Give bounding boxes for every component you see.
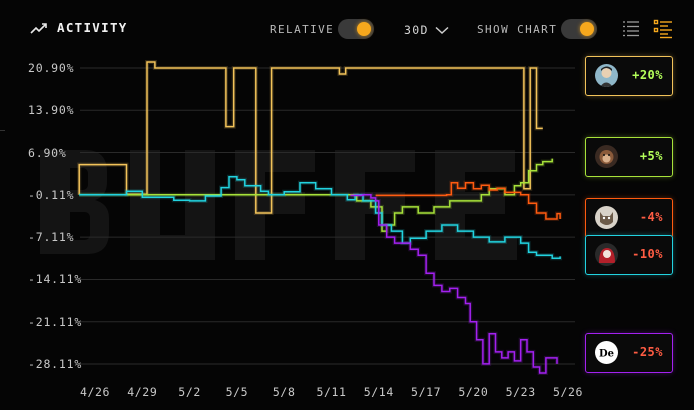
svg-text:De: De (599, 349, 614, 360)
legend-card[interactable]: -4% (585, 198, 673, 238)
y-tick-label: -0.11% (28, 187, 75, 202)
legend-card[interactable]: +20% (585, 56, 673, 96)
legend-card[interactable]: -10% (585, 235, 673, 275)
change-percent: +20% (632, 68, 663, 82)
change-percent: -10% (632, 247, 663, 261)
x-tick-label: 4/26 (79, 385, 111, 399)
x-tick-label: 5/26 (552, 385, 584, 399)
de-logo-avatar: De (595, 341, 618, 364)
x-tick-label: 5/17 (411, 385, 442, 399)
x-tick-label: 5/5 (225, 385, 249, 399)
portrait-avatar (595, 64, 618, 87)
y-tick-label: 6.90% (28, 145, 67, 160)
x-tick-label: 5/8 (272, 385, 296, 399)
x-tick-label: 5/20 (458, 385, 489, 399)
x-tick-label: 5/23 (505, 385, 536, 399)
legend-card[interactable]: +5% (585, 137, 673, 177)
x-tick-label: 5/2 (178, 385, 201, 399)
red-hair-avatar (595, 243, 618, 266)
cat-avatar (595, 206, 618, 229)
change-percent: -25% (632, 345, 663, 359)
y-tick-label: -7.11% (28, 230, 75, 245)
y-tick-label: -14.11% (28, 272, 83, 287)
change-percent: +5% (639, 149, 663, 163)
y-tick-label: -28.11% (28, 357, 83, 371)
y-tick-label: 13.90% (28, 103, 75, 118)
x-tick-label: 5/11 (316, 385, 347, 399)
y-tick-label: 20.90% (28, 61, 75, 75)
legend-card[interactable]: De -25% (585, 333, 673, 373)
x-tick-label: 5/14 (363, 385, 394, 399)
x-tick-label: 4/29 (127, 385, 158, 399)
monkey-avatar (595, 145, 618, 168)
change-percent: -4% (639, 210, 663, 224)
y-tick-label: -21.11% (28, 314, 83, 329)
